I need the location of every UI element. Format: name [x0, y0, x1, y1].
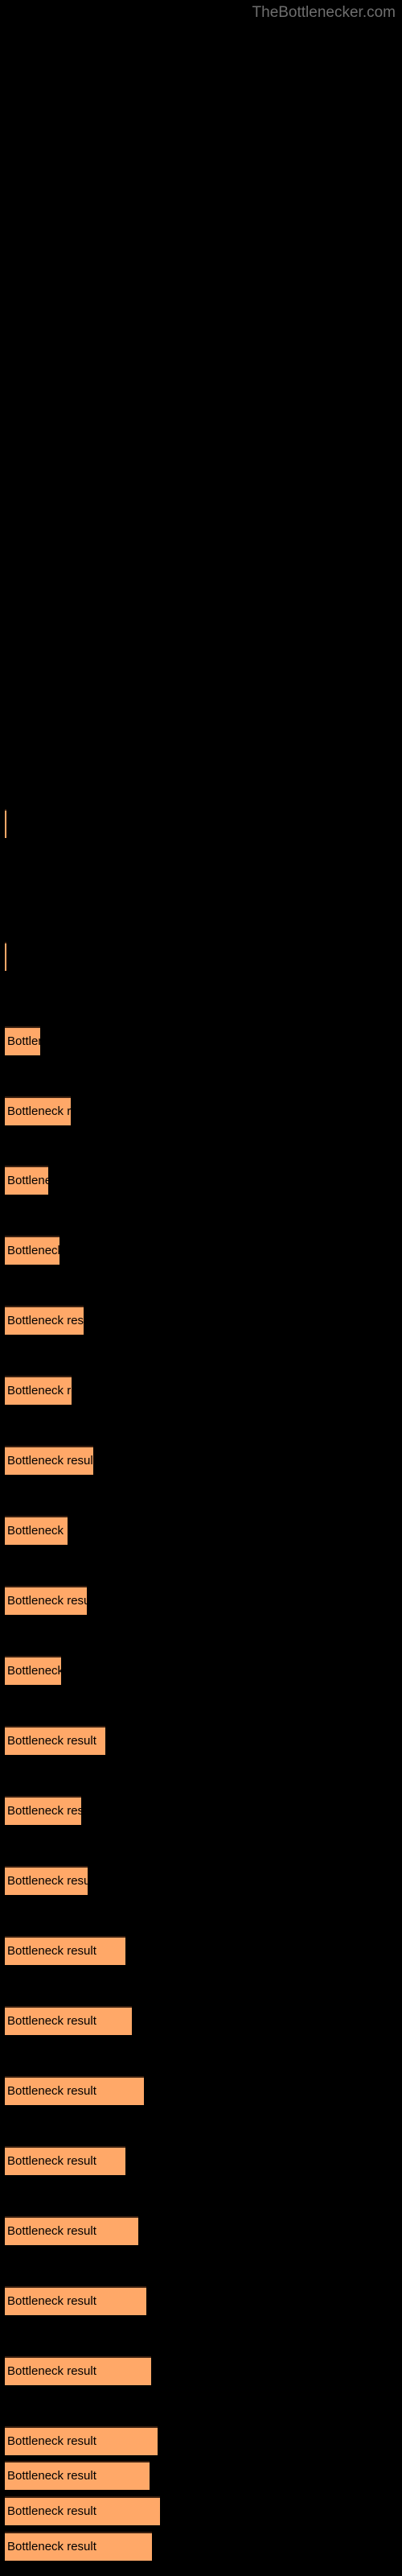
bottleneck-result-bar[interactable]: Bottleneck result	[5, 2496, 160, 2525]
bottleneck-result-bar[interactable]: Bottleneck result	[5, 1936, 125, 1965]
bottleneck-result-bar[interactable]: Bottleneck result	[5, 2216, 138, 2245]
bar-row: Bottleneck result	[0, 2216, 402, 2247]
bar-row: Bottleneck result	[0, 2532, 402, 2562]
bar-label: Bottleneck result	[7, 2014, 96, 2028]
bottleneck-result-bar[interactable]: Bottleneck result	[5, 1656, 61, 1685]
bar-label: Bottleneck result	[7, 1664, 61, 1678]
bar-row: Bottleneck result	[0, 1796, 402, 1827]
bottleneck-result-bar[interactable]: Bottleneck result	[5, 809, 6, 838]
bar-row: Bottleneck result	[0, 1096, 402, 1127]
bar-row: Bottleneck result	[0, 1026, 402, 1057]
bar-label: Bottleneck result	[7, 1034, 40, 1048]
bottleneck-result-bar[interactable]: Bottleneck result	[5, 1376, 72, 1405]
bar-label: Bottleneck result	[7, 1244, 59, 1257]
bar-label: Bottleneck result	[7, 2294, 96, 2308]
bar-row: Bottleneck result	[0, 2006, 402, 2037]
bottleneck-result-bar[interactable]: Bottleneck result	[5, 2076, 144, 2105]
bottleneck-result-bar[interactable]: Bottleneck result	[5, 942, 6, 971]
bar-row: Bottleneck result	[0, 1516, 402, 1546]
bottleneck-result-bar[interactable]: Bottleneck result	[5, 1026, 40, 1055]
bar-row: Bottleneck result	[0, 1726, 402, 1757]
bar-label: Bottleneck result	[7, 2469, 96, 2483]
bar-label: Bottleneck result	[5, 811, 6, 838]
bar-label: Bottleneck result	[7, 1384, 72, 1397]
bar-row: Bottleneck result	[0, 809, 402, 840]
bottleneck-result-bar[interactable]: Bottleneck result	[5, 1586, 87, 1615]
bottleneck-result-bar[interactable]: Bottleneck result	[5, 1726, 105, 1755]
bar-row: Bottleneck result	[0, 1236, 402, 1266]
bar-label: Bottleneck result	[7, 2224, 96, 2238]
bottleneck-result-bar[interactable]: Bottleneck result	[5, 1306, 84, 1335]
bar-label: Bottleneck result	[7, 2364, 96, 2378]
bar-label: Bottleneck result	[7, 1874, 88, 1888]
bottleneck-result-bar[interactable]: Bottleneck result	[5, 2532, 152, 2561]
bottleneck-result-bar[interactable]: Bottleneck result	[5, 1236, 59, 1265]
bar-row: Bottleneck result	[0, 1586, 402, 1616]
bottleneck-result-bar[interactable]: Bottleneck result	[5, 2461, 150, 2490]
bottleneck-result-bar[interactable]: Bottleneck result	[5, 1796, 81, 1825]
bar-row: Bottleneck result	[0, 942, 402, 972]
bar-row: Bottleneck result	[0, 1376, 402, 1406]
bar-label: Bottleneck result	[7, 2540, 96, 2553]
bar-label: Bottleneck result	[7, 2154, 96, 2168]
bar-label: Bottleneck result	[7, 1314, 84, 1327]
bottleneck-result-bar[interactable]: Bottleneck result	[5, 2006, 132, 2035]
bar-label: Bottleneck result	[7, 1524, 68, 1538]
bar-row: Bottleneck result	[0, 1936, 402, 1967]
bar-label: Bottleneck result	[7, 1594, 87, 1608]
bar-label: Bottleneck result	[7, 1944, 96, 1958]
bar-label: Bottleneck result	[7, 1174, 48, 1187]
bottleneck-result-bar[interactable]: Bottleneck result	[5, 1866, 88, 1895]
bar-label: Bottleneck result	[7, 1454, 93, 1468]
bar-row: Bottleneck result	[0, 1656, 402, 1686]
bar-label: Bottleneck result	[7, 2084, 96, 2098]
bottleneck-result-bar[interactable]: Bottleneck result	[5, 1166, 48, 1195]
bar-label: Bottleneck result	[7, 2504, 96, 2518]
bottleneck-result-bar[interactable]: Bottleneck result	[5, 2146, 125, 2175]
bottleneck-result-bar[interactable]: Bottleneck result	[5, 1096, 71, 1125]
bar-row: Bottleneck result	[0, 2356, 402, 2387]
bottleneck-result-bar[interactable]: Bottleneck result	[5, 2286, 146, 2315]
bar-row: Bottleneck result	[0, 2426, 402, 2457]
bar-row: Bottleneck result	[0, 2286, 402, 2317]
bottleneck-result-bar[interactable]: Bottleneck result	[5, 1516, 68, 1545]
bar-label: Bottleneck result	[7, 1804, 81, 1818]
bar-row: Bottleneck result	[0, 2146, 402, 2177]
bar-row: Bottleneck result	[0, 1166, 402, 1196]
bottleneck-result-bar[interactable]: Bottleneck result	[5, 1446, 93, 1475]
bar-label: Bottleneck result	[7, 2434, 96, 2448]
bar-row: Bottleneck result	[0, 1866, 402, 1897]
bar-row: Bottleneck result	[0, 2461, 402, 2491]
bar-label: Bottleneck result	[5, 943, 6, 971]
bar-row: Bottleneck result	[0, 2076, 402, 2107]
bottleneck-bar-chart: Bottleneck result Bottleneck result Bottle…	[0, 0, 402, 2576]
bar-row: Bottleneck result	[0, 2496, 402, 2527]
bottleneck-result-bar[interactable]: Bottleneck result	[5, 2426, 158, 2455]
bottleneck-result-bar[interactable]: Bottleneck result	[5, 2356, 151, 2385]
bar-label: Bottleneck result	[7, 1734, 96, 1748]
bar-row: Bottleneck result	[0, 1446, 402, 1476]
bar-row: Bottleneck result	[0, 1306, 402, 1336]
bar-label: Bottleneck result	[7, 1104, 71, 1118]
